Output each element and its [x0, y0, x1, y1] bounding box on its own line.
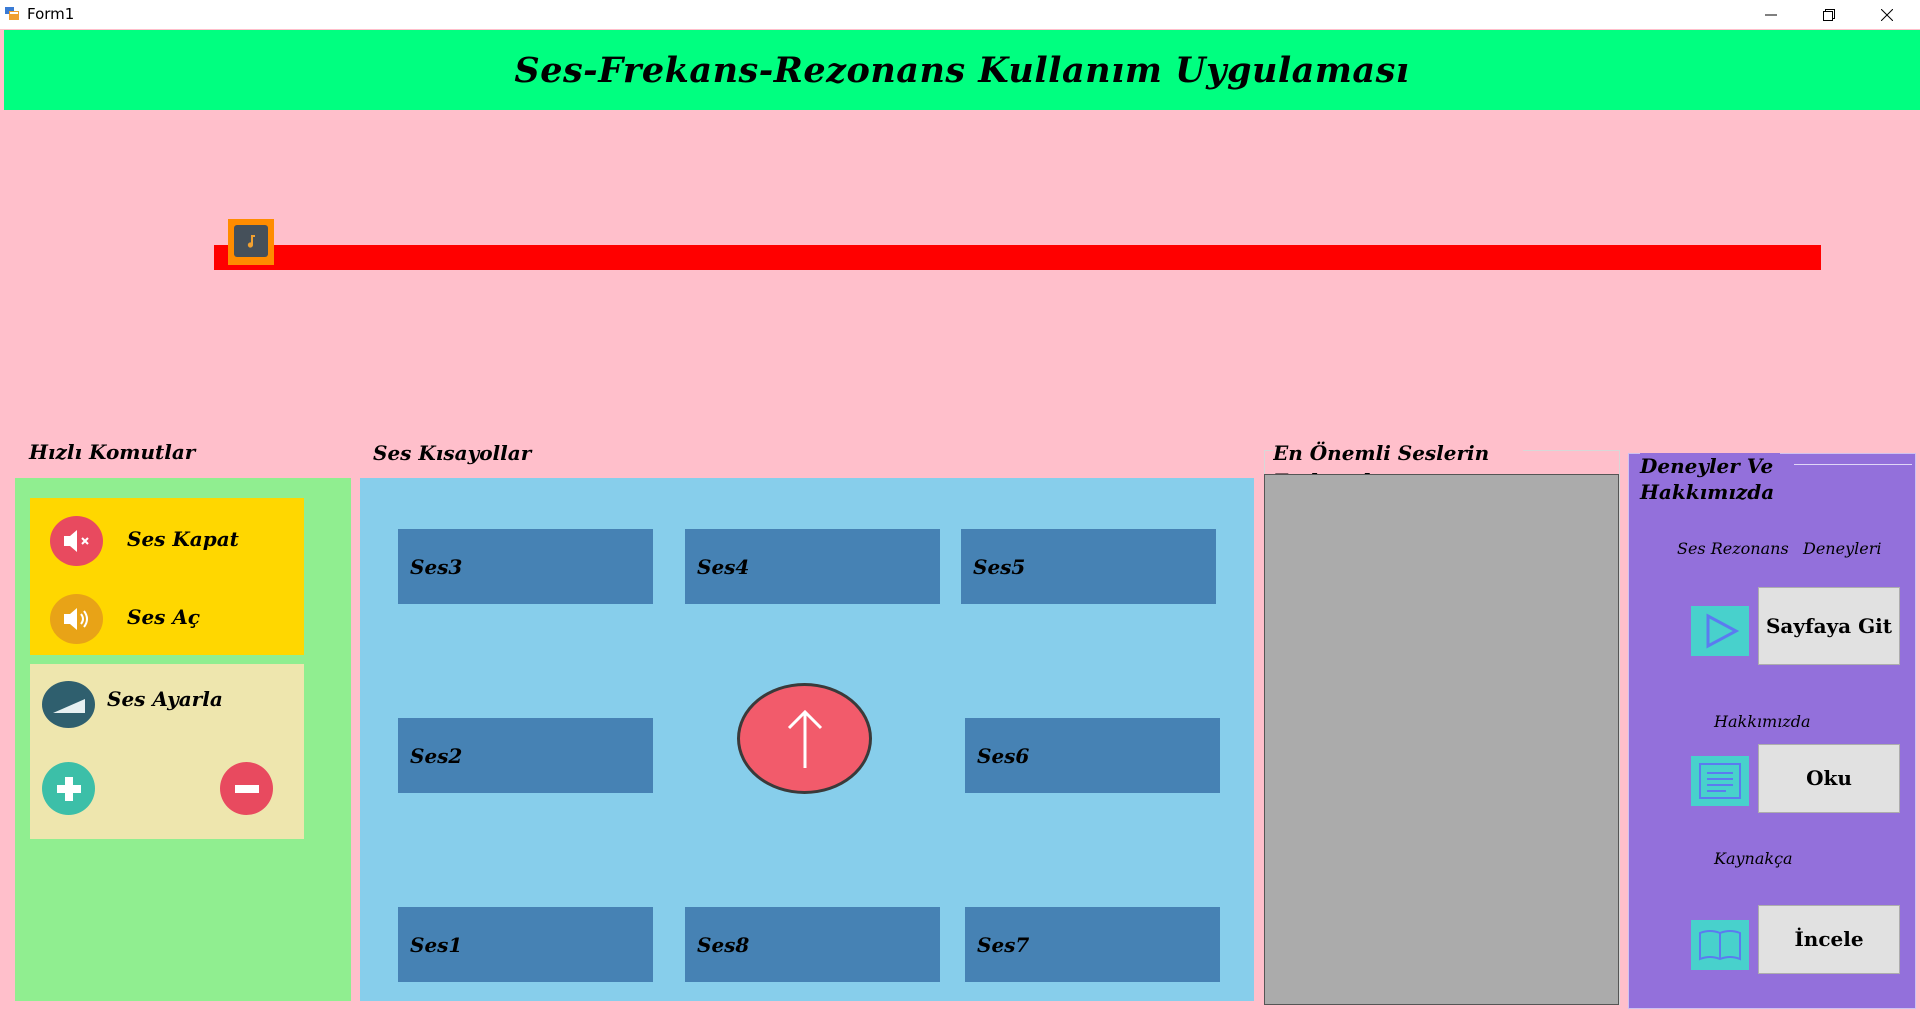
page-title: Ses-Frekans-Rezonans Kullanım Uygulaması [514, 49, 1410, 91]
volume-minus-icon[interactable] [220, 762, 273, 815]
book-icon[interactable] [1691, 920, 1749, 970]
close-button[interactable] [1858, 0, 1916, 29]
ses1-button[interactable]: Ses1 [398, 907, 653, 982]
ses8-button[interactable]: Ses8 [685, 907, 940, 982]
app-icon [4, 6, 20, 22]
music-note-icon [234, 225, 268, 257]
up-arrow-icon [787, 709, 822, 768]
window-title: Form1 [27, 5, 75, 23]
restore-button[interactable] [1800, 0, 1858, 29]
review-button[interactable]: İncele [1758, 905, 1900, 974]
ses2-button[interactable]: Ses2 [398, 718, 653, 793]
speaker-icon[interactable] [50, 594, 103, 644]
ses5-button[interactable]: Ses5 [961, 529, 1216, 604]
kaynakca-label: Kaynakça [1714, 849, 1793, 868]
minimize-button[interactable] [1742, 0, 1800, 29]
shortcuts-label: Ses Kısayollar [373, 441, 532, 465]
ses6-button[interactable]: Ses6 [965, 718, 1220, 793]
experiments-title-line2: Hakkımızda [1640, 480, 1775, 504]
deneyleri-label: Deneyleri [1803, 539, 1882, 558]
adjust-label: Ses Ayarla [107, 687, 223, 711]
ses4-button[interactable]: Ses4 [685, 529, 940, 604]
ses-rezonans-label: Ses Rezonans [1677, 539, 1789, 558]
experiments-title-line1: Deneyler Ve [1640, 454, 1774, 478]
play-icon[interactable] [1691, 606, 1749, 656]
up-arrow-button[interactable] [737, 683, 872, 794]
mute-icon[interactable] [50, 516, 103, 566]
hakkimizda-label: Hakkımızda [1714, 712, 1811, 731]
read-button[interactable]: Oku [1758, 744, 1900, 813]
go-to-page-button[interactable]: Sayfaya Git [1758, 587, 1900, 665]
group-border-line [1794, 464, 1912, 465]
volume-slider-track[interactable] [214, 245, 1821, 270]
volume-level-icon [42, 681, 95, 728]
unmute-label[interactable]: Ses Aç [127, 605, 200, 629]
volume-plus-icon[interactable] [42, 762, 95, 815]
important-sounds-list[interactable] [1264, 474, 1619, 1005]
header-banner: Ses-Frekans-Rezonans Kullanım Uygulaması [4, 30, 1920, 110]
quick-commands-label: Hızlı Komutlar [29, 440, 196, 464]
document-icon[interactable] [1691, 756, 1749, 806]
ses3-button[interactable]: Ses3 [398, 529, 653, 604]
volume-slider-thumb[interactable] [228, 219, 274, 265]
experiments-title: Deneyler Ve Hakkımızda [1640, 453, 1781, 505]
ses7-button[interactable]: Ses7 [965, 907, 1220, 982]
important-sounds-label: En Önemli Seslerin Frekansları [1273, 439, 1523, 475]
mute-label[interactable]: Ses Kapat [127, 527, 239, 551]
window-titlebar: Form1 [0, 0, 1920, 29]
